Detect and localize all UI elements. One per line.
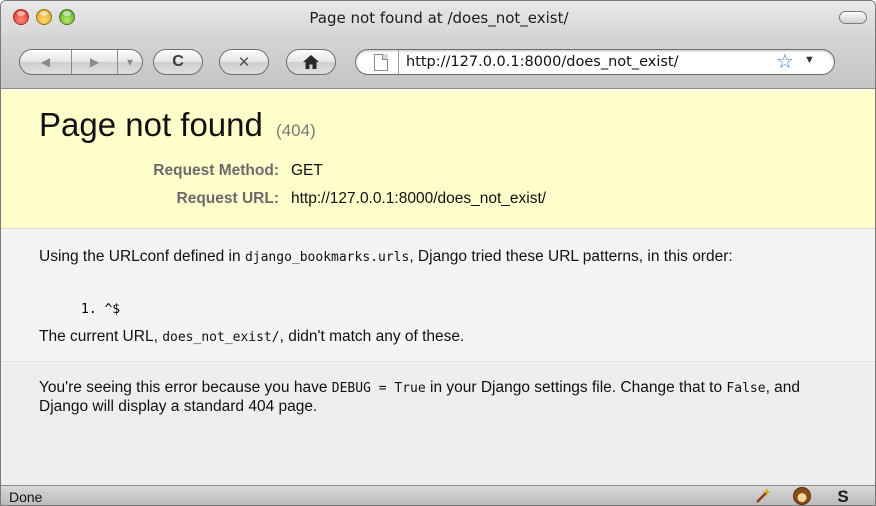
- home-icon: [303, 55, 319, 69]
- toolbar-toggle-button[interactable]: [839, 11, 867, 24]
- nomatch-path: does_not_exist/: [162, 330, 280, 345]
- debug-explanation: You're seeing this error because you hav…: [1, 363, 875, 485]
- address-input[interactable]: http://127.0.0.1:8000/does_not_exist/: [406, 54, 678, 70]
- urlconf-paragraph: Using the URLconf defined in django_book…: [39, 248, 839, 267]
- page-title: Page not found (404): [39, 106, 316, 144]
- debug-text-mid: in your Django settings file. Change tha…: [425, 379, 727, 396]
- reload-button[interactable]: C: [153, 49, 203, 75]
- error-summary: Page not found (404) Request Method: GET…: [1, 90, 875, 229]
- nomatch-text-end: , didn't match any of these.: [279, 328, 465, 345]
- urlconf-text-end: , Django tried these URL patterns, in th…: [409, 248, 733, 265]
- urlconf-info: Using the URLconf defined in django_book…: [1, 230, 875, 362]
- chevron-down-icon[interactable]: ▼: [804, 54, 815, 66]
- page-heading: Page not found: [39, 106, 263, 143]
- request-method-label: Request Method:: [153, 162, 279, 179]
- browser-window: Page not found at /does_not_exist/ ◀ ▶ ▾…: [0, 0, 876, 506]
- back-button[interactable]: ◀: [20, 50, 72, 74]
- request-url-value: http://127.0.0.1:8000/does_not_exist/: [291, 190, 547, 207]
- nomatch-text: The current URL,: [39, 328, 163, 345]
- status-code: (404): [276, 121, 316, 140]
- home-button[interactable]: [286, 49, 336, 75]
- request-url-label: Request URL:: [176, 190, 279, 207]
- stop-icon: ✕: [237, 54, 251, 71]
- urlconf-text: Using the URLconf defined in: [39, 248, 245, 265]
- urlconf-module: django_bookmarks.urls: [244, 250, 410, 265]
- history-dropdown-button[interactable]: ▾: [118, 50, 142, 74]
- magic-wand-icon[interactable]: [753, 487, 773, 505]
- chevron-down-icon: ▾: [126, 55, 134, 69]
- window-title: Page not found at /does_not_exist/: [309, 9, 569, 27]
- nav-button-group: ◀ ▶ ▾: [19, 49, 143, 75]
- debug-text: You're seeing this error because you hav…: [39, 379, 332, 396]
- forward-button[interactable]: ▶: [72, 50, 118, 74]
- address-bar-divider: [398, 50, 399, 74]
- greasemonkey-icon[interactable]: [793, 487, 813, 505]
- page-content: Page not found (404) Request Method: GET…: [1, 90, 875, 485]
- s-extension-icon[interactable]: S: [833, 487, 853, 505]
- back-arrow-icon: ◀: [40, 55, 51, 69]
- browser-toolbar: Page not found at /does_not_exist/ ◀ ▶ ▾…: [1, 1, 875, 89]
- debug-false-value: False: [726, 381, 766, 396]
- debug-setting: DEBUG = True: [331, 381, 426, 396]
- url-pattern-item: 1. ^$: [81, 302, 121, 317]
- nomatch-paragraph: The current URL, does_not_exist/, didn't…: [39, 328, 839, 347]
- status-bar: Done S: [1, 485, 875, 505]
- request-method-value: GET: [291, 162, 323, 179]
- status-text: Done: [9, 489, 43, 505]
- page-icon: [374, 54, 388, 71]
- reload-icon: C: [172, 53, 184, 70]
- forward-arrow-icon: ▶: [89, 55, 100, 69]
- debug-paragraph: You're seeing this error because you hav…: [39, 379, 839, 416]
- address-bar[interactable]: http://127.0.0.1:8000/does_not_exist/ ☆ …: [355, 49, 835, 75]
- stop-button[interactable]: ✕: [219, 49, 269, 75]
- bookmark-star-icon[interactable]: ☆: [776, 50, 794, 74]
